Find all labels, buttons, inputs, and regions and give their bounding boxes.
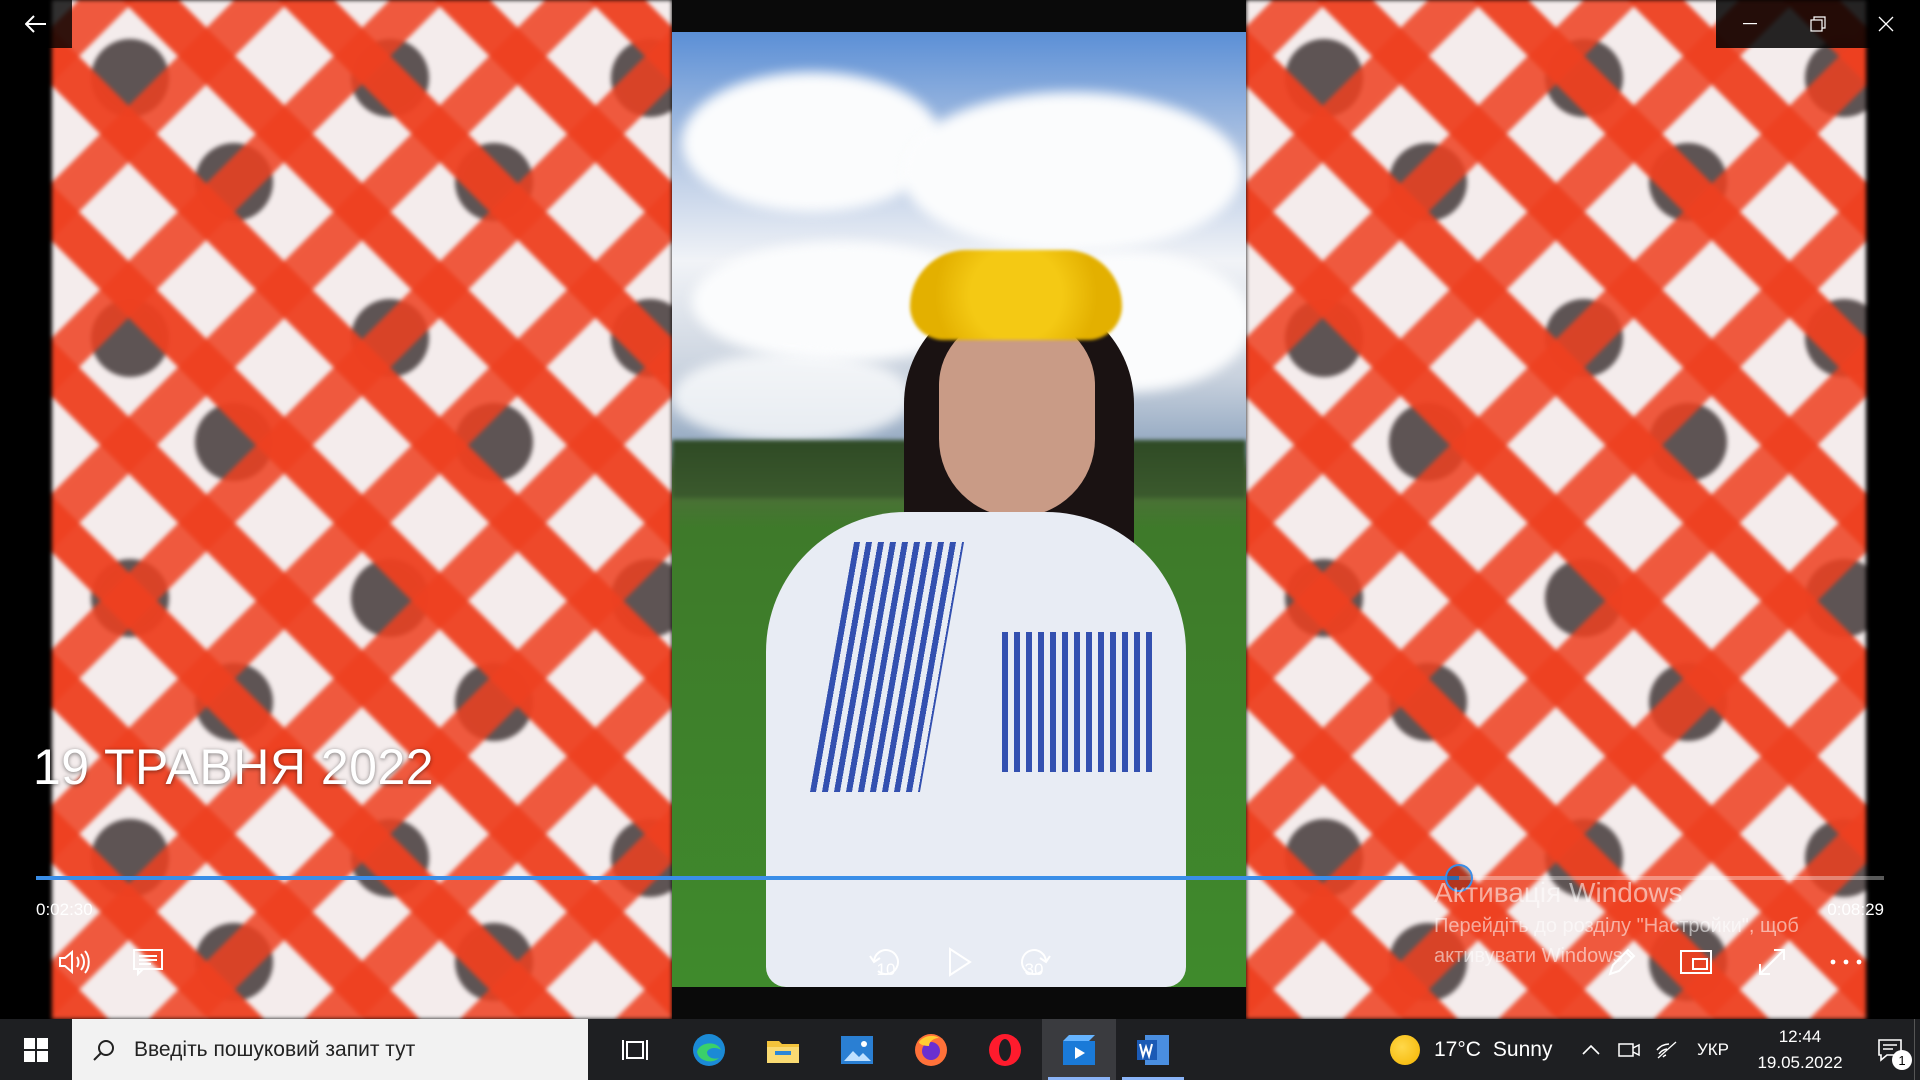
play-button[interactable] (932, 938, 988, 986)
seek-bar-progress (36, 876, 1459, 880)
file-explorer-button[interactable] (746, 1019, 820, 1080)
volume-icon (59, 949, 90, 975)
clock[interactable]: 12:44 19.05.2022 (1740, 1024, 1860, 1076)
video-frame[interactable] (672, 32, 1246, 987)
blurred-background-right (1246, 0, 1866, 1019)
search-icon (93, 1039, 114, 1061)
weather-widget[interactable]: 17°C Sunny (1390, 1019, 1552, 1080)
edit-button[interactable] (1594, 938, 1650, 986)
taskbar-apps (598, 1019, 1190, 1080)
edge-icon (693, 1033, 725, 1066)
wifi-icon (1656, 1041, 1677, 1058)
skip-back-button[interactable]: 10 (858, 938, 914, 986)
search-placeholder: Введіть пошуковий запит тут (134, 1037, 416, 1061)
minimize-button[interactable] (1716, 0, 1784, 48)
opera-button[interactable] (968, 1019, 1042, 1080)
blurred-background-left (52, 0, 672, 1019)
shirt-embroidery (1002, 632, 1152, 772)
opera-icon (989, 1033, 1021, 1066)
restore-icon (1810, 16, 1826, 32)
person-face (939, 317, 1095, 517)
weather-temperature: 17°C (1434, 1037, 1481, 1061)
restore-button[interactable] (1784, 0, 1852, 48)
pen-icon (1608, 948, 1636, 976)
show-hidden-icons-button[interactable] (1572, 1019, 1610, 1080)
arrow-left-icon (25, 15, 46, 33)
notification-count: 1 (1892, 1050, 1912, 1070)
photos-button[interactable] (820, 1019, 894, 1080)
firefox-button[interactable] (894, 1019, 968, 1080)
clock-time: 12:44 (1778, 1026, 1822, 1046)
chevron-up-icon (1582, 1044, 1600, 1055)
weather-condition: Sunny (1492, 1037, 1553, 1061)
photos-icon (841, 1035, 873, 1064)
show-desktop-button[interactable] (1914, 1019, 1920, 1080)
video-title: 19 ТРАВНЯ 2022 (33, 739, 435, 795)
task-view-icon (622, 1039, 648, 1060)
more-icon (1830, 959, 1862, 965)
time-elapsed: 0:02:30 (36, 900, 93, 919)
notifications-button[interactable]: 1 (1860, 1019, 1920, 1080)
close-button[interactable] (1852, 0, 1920, 48)
taskbar-search-box[interactable]: Введіть пошуковий запит тут (72, 1019, 588, 1080)
close-icon (1878, 16, 1894, 32)
volume-button[interactable] (46, 938, 102, 986)
task-view-button[interactable] (598, 1019, 672, 1080)
video-letterbox-top (672, 0, 1246, 32)
skip-forward-button[interactable]: 30 (1006, 938, 1062, 986)
cloud (682, 72, 942, 212)
mini-view-button[interactable] (1668, 938, 1724, 986)
movies-tv-icon (1063, 1034, 1095, 1065)
language-indicator[interactable]: УКР (1686, 1019, 1740, 1080)
window-controls (1716, 0, 1920, 48)
network-button[interactable] (1648, 1019, 1686, 1080)
clock-date: 19.05.2022 (1757, 1052, 1843, 1072)
edge-button[interactable] (672, 1019, 746, 1080)
cloud (672, 352, 912, 442)
camera-icon (1618, 1042, 1640, 1057)
back-button[interactable] (0, 0, 72, 48)
word-icon (1137, 1034, 1169, 1065)
sun-icon (1390, 1034, 1420, 1065)
skip-forward-seconds: 30 (1024, 960, 1044, 979)
fullscreen-icon (1759, 949, 1785, 975)
video-player[interactable] (0, 0, 1920, 1019)
video-letterbox-bottom (672, 987, 1246, 1019)
fullscreen-button[interactable] (1744, 938, 1800, 986)
movies-tv-button[interactable] (1042, 1019, 1116, 1080)
file-explorer-icon (767, 1040, 799, 1063)
captions-button[interactable] (120, 938, 176, 986)
skip-back-seconds: 10 (876, 960, 896, 979)
play-icon (949, 947, 972, 977)
windows-logo-icon (24, 1037, 48, 1062)
system-tray: УКР 12:44 19.05.2022 1 (1572, 1019, 1920, 1080)
start-button[interactable] (0, 1019, 72, 1080)
meet-now-button[interactable] (1610, 1019, 1648, 1080)
word-button[interactable] (1116, 1019, 1190, 1080)
more-options-button[interactable] (1818, 938, 1874, 986)
cloud (902, 92, 1242, 252)
firefox-icon (915, 1033, 947, 1066)
mini-view-icon (1680, 950, 1712, 974)
flower-wreath (910, 250, 1122, 340)
captions-icon (133, 949, 163, 976)
activation-title: Активація Windows (1434, 877, 1683, 908)
minimize-icon (1743, 23, 1757, 25)
